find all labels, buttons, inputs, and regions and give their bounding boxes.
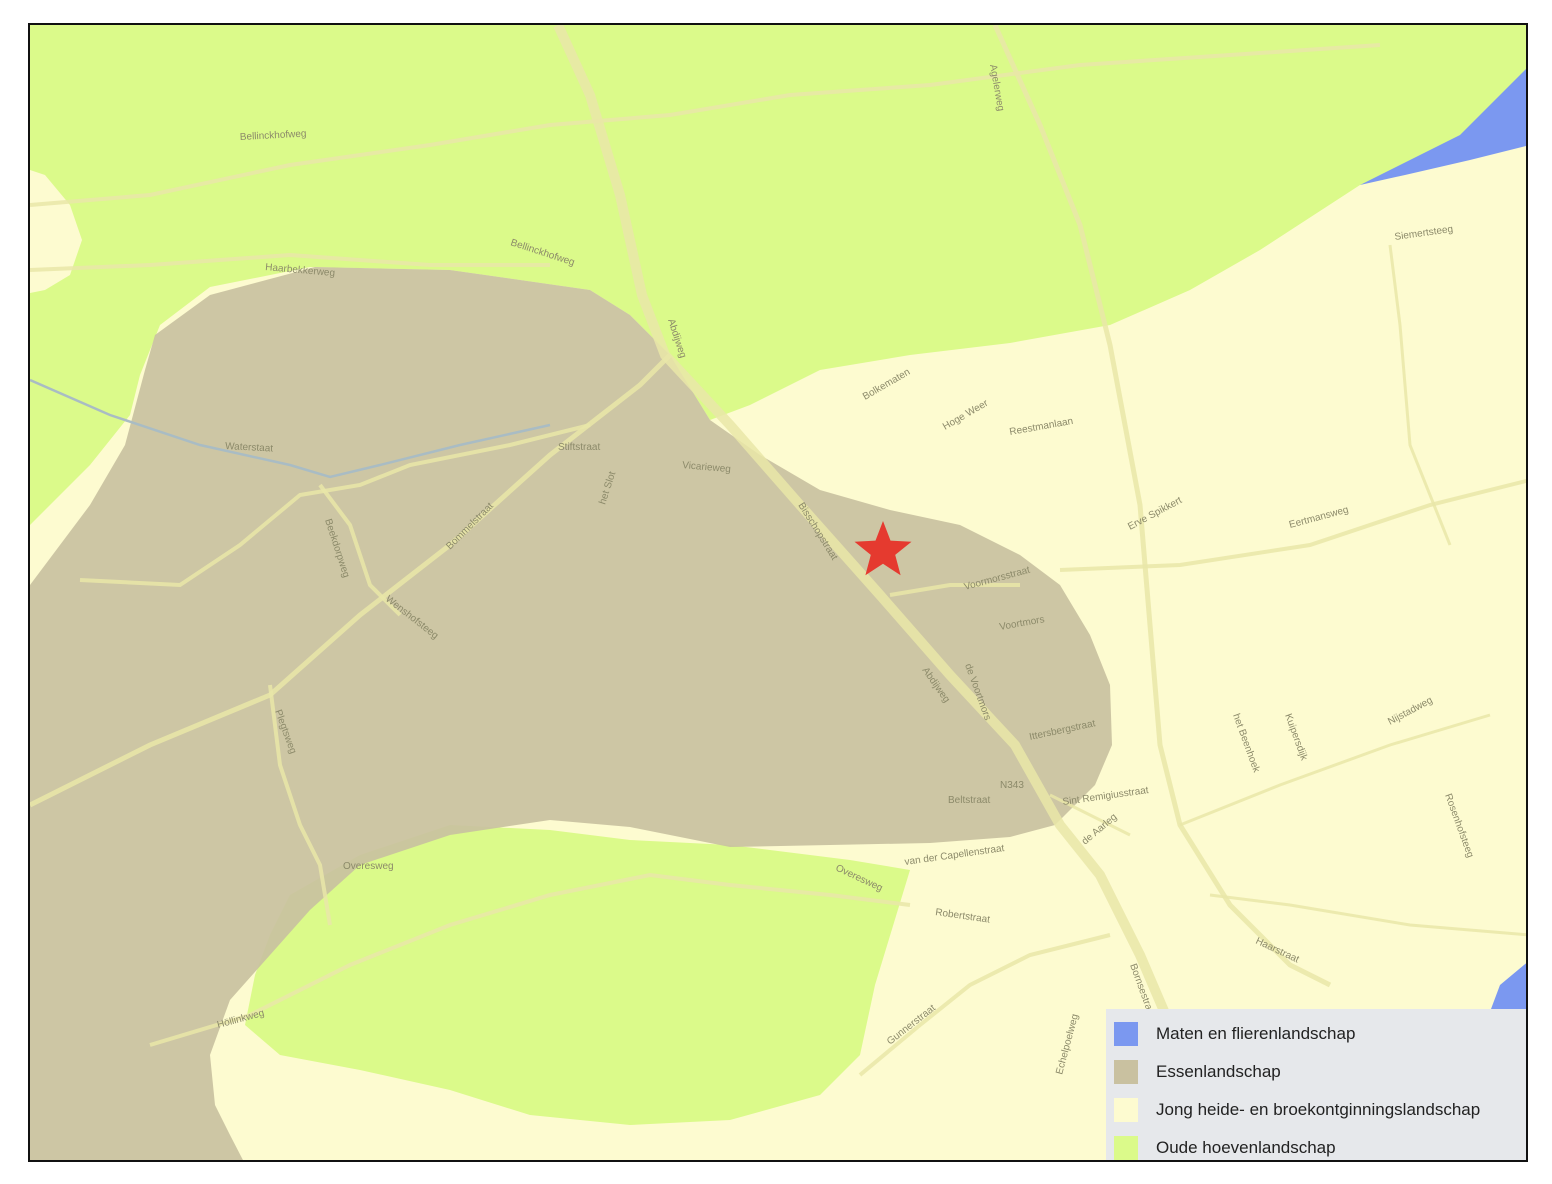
- street-label: N343: [1000, 780, 1024, 791]
- legend-item-essen: Essenlandschap: [1114, 1053, 1526, 1091]
- legend-swatch-oude: [1114, 1136, 1138, 1160]
- legend-item-maten: Maten en flierenlandschap: [1114, 1015, 1526, 1053]
- street-label: Beltstraat: [948, 795, 990, 806]
- legend-item-oude: Oude hoevenlandschap: [1114, 1129, 1526, 1160]
- map-frame[interactable]: Bellinckhofweg Bellinckhofweg Haarbekkerwe…: [28, 23, 1528, 1162]
- legend-label-essen: Essenlandschap: [1156, 1062, 1281, 1081]
- legend-label-oude: Oude hoevenlandschap: [1156, 1138, 1336, 1157]
- street-label: Stiftstraat: [558, 442, 600, 453]
- legend-label-maten: Maten en flierenlandschap: [1156, 1024, 1356, 1043]
- legend-label-jong: Jong heide- en broekontginningslandschap: [1156, 1100, 1481, 1119]
- map-legend: Maten en flierenlandschap Essenlandschap…: [1106, 1009, 1526, 1160]
- street-label: Overesweg: [343, 861, 394, 872]
- legend-swatch-essen: [1114, 1060, 1138, 1084]
- legend-item-jong: Jong heide- en broekontginningslandschap: [1114, 1091, 1526, 1129]
- legend-swatch-maten: [1114, 1022, 1138, 1046]
- landscape-map[interactable]: BellinckhofwegBellinckhofwegHaarbekkerwe…: [30, 25, 1528, 1162]
- legend-swatch-jong: [1114, 1098, 1138, 1122]
